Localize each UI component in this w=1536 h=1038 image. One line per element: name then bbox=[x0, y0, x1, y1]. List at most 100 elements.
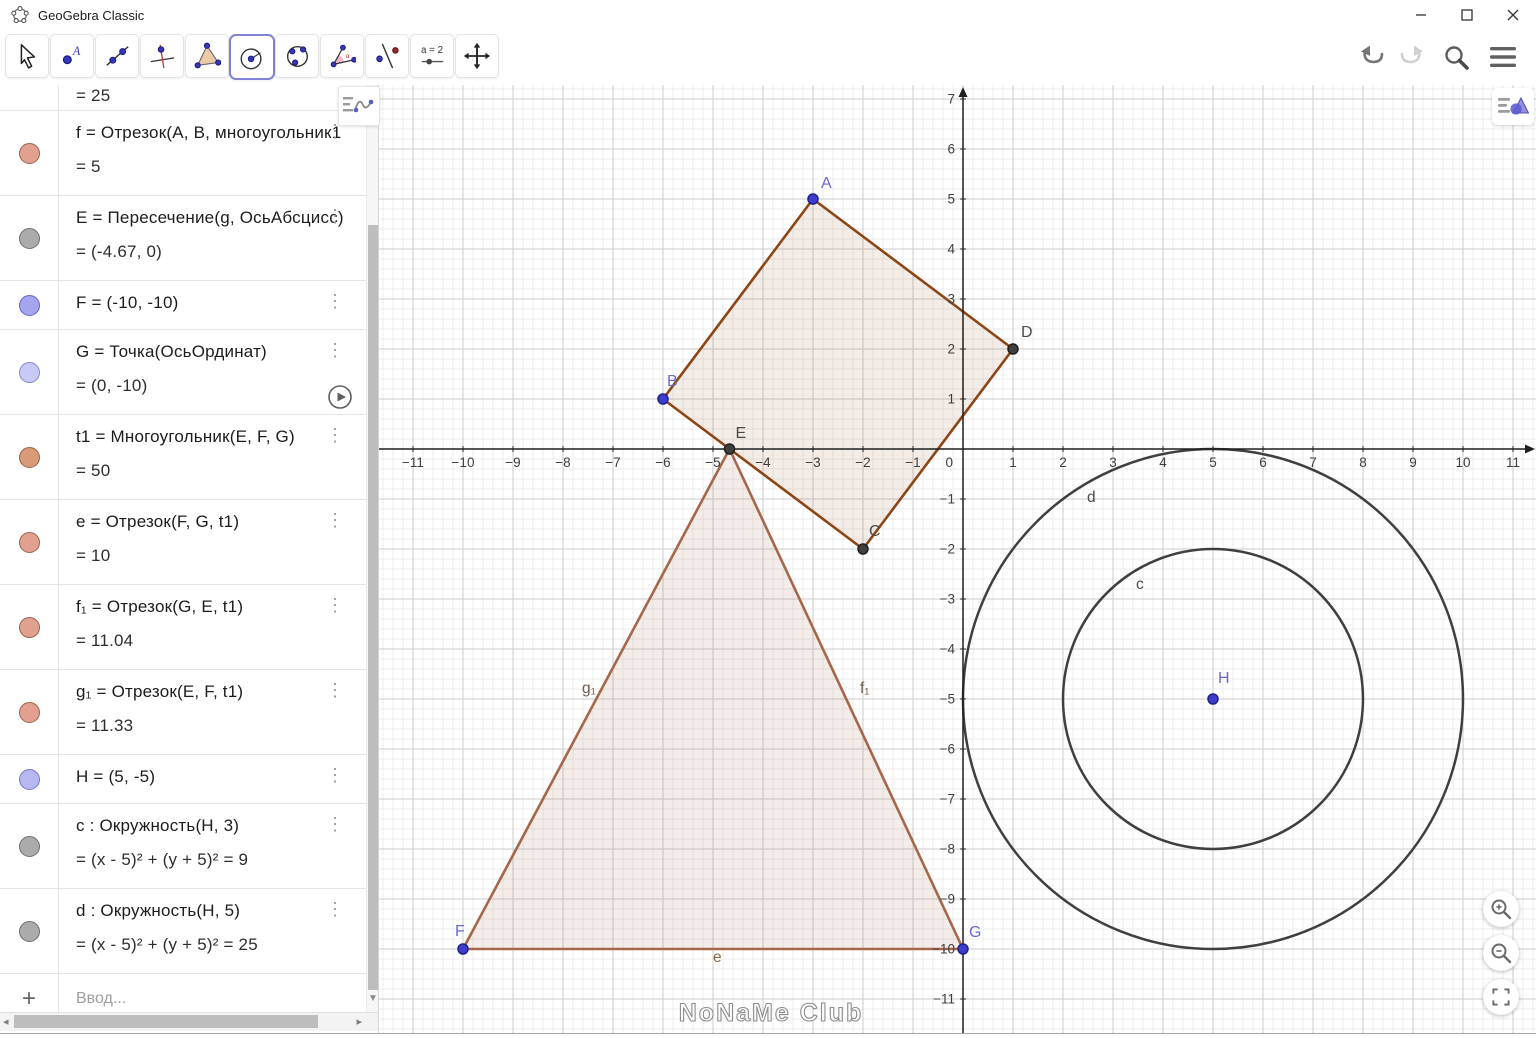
minimize-icon bbox=[1416, 14, 1426, 16]
line-tool[interactable] bbox=[95, 34, 139, 78]
menu-button[interactable] bbox=[1486, 40, 1520, 74]
algebra-row-g1[interactable]: g₁ = Отрезок(E, F, t1) = 11.33 ⋮ bbox=[0, 670, 366, 755]
svg-text:−2: −2 bbox=[940, 542, 955, 557]
row-menu-icon[interactable]: ⋮ bbox=[326, 122, 344, 140]
vertical-scrollbar-thumb[interactable] bbox=[368, 225, 378, 990]
circle-with-center-tool[interactable] bbox=[229, 34, 275, 80]
algebra-row-F[interactable]: F = (-10, -10) ⋮ bbox=[0, 281, 366, 330]
algebra-row-f1[interactable]: f₁ = Отрезок(G, E, t1) = 11.04 ⋮ bbox=[0, 585, 366, 670]
svg-text:2: 2 bbox=[1059, 455, 1067, 470]
conic-tool[interactable] bbox=[275, 34, 319, 78]
row-menu-icon[interactable]: ⋮ bbox=[326, 511, 344, 529]
scrollbar-left-arrow[interactable]: ◂ bbox=[3, 1015, 9, 1028]
graphics-view[interactable]: −11 −10 −9 −8 −7 −6 −5 −4 −3 −2 −1 1 2 3 4 5 6 7 8 9 10 110−1… bbox=[379, 85, 1536, 1033]
play-animation-button[interactable] bbox=[327, 384, 353, 415]
object-definition: g₁ = Отрезок(E, F, t1) bbox=[76, 682, 244, 701]
visibility-cell bbox=[0, 585, 59, 669]
algebra-row-f[interactable]: f = Отрезок(A, B, многоугольник1 = 5 ⋮ bbox=[0, 111, 366, 196]
horizontal-scrollbar-thumb[interactable] bbox=[14, 1015, 318, 1028]
point-D[interactable] bbox=[1007, 343, 1019, 355]
close-button[interactable] bbox=[1490, 0, 1536, 30]
algebra-row-prev[interactable]: = 25 bbox=[0, 85, 366, 111]
fullscreen-button[interactable] bbox=[1483, 979, 1519, 1015]
row-menu-icon[interactable]: ⋮ bbox=[326, 426, 344, 444]
polygon-tool[interactable] bbox=[185, 34, 229, 78]
angle-tool[interactable]: α bbox=[320, 34, 364, 78]
object-value: = (-4.67, 0) bbox=[76, 242, 163, 261]
point-C[interactable] bbox=[857, 543, 869, 555]
point-H[interactable] bbox=[1207, 693, 1219, 705]
move-tool[interactable] bbox=[5, 34, 49, 78]
point-B[interactable] bbox=[657, 393, 669, 405]
visibility-cell bbox=[0, 415, 59, 499]
graphics-settings-button[interactable] bbox=[1492, 88, 1534, 125]
object-visibility-dot[interactable] bbox=[18, 361, 40, 383]
search-button[interactable] bbox=[1439, 40, 1473, 74]
algebra-row-H[interactable]: H = (5, -5) ⋮ bbox=[0, 755, 366, 804]
row-menu-icon[interactable]: ⋮ bbox=[326, 292, 344, 310]
svg-text:−7: −7 bbox=[940, 792, 955, 807]
object-visibility-dot[interactable] bbox=[18, 768, 40, 790]
algebra-row-d[interactable]: d : Окружность(H, 5) = (x - 5)² + (y + 5)… bbox=[0, 889, 366, 974]
toolbar: A α a = 2 bbox=[0, 30, 1536, 86]
maximize-button[interactable] bbox=[1444, 0, 1490, 30]
object-value: = 50 bbox=[76, 461, 111, 480]
point-A[interactable] bbox=[807, 193, 819, 205]
algebra-row-t1[interactable]: t1 = Многоугольник(E, F, G) = 50 ⋮ bbox=[0, 415, 366, 500]
move-view-icon bbox=[463, 42, 491, 70]
slider-icon: a = 2 bbox=[421, 45, 444, 65]
move-graphics-tool[interactable] bbox=[455, 34, 499, 78]
point-E[interactable] bbox=[723, 443, 736, 455]
point-G[interactable] bbox=[957, 943, 969, 955]
row-menu-icon[interactable]: ⋮ bbox=[326, 681, 344, 699]
label-g₁: g₁ bbox=[582, 680, 596, 697]
svg-text:−11: −11 bbox=[933, 992, 955, 1007]
row-menu-icon[interactable]: ⋮ bbox=[326, 900, 344, 918]
line-icon bbox=[106, 46, 129, 66]
object-visibility-dot[interactable] bbox=[18, 227, 40, 249]
object-visibility-dot[interactable] bbox=[18, 531, 40, 553]
object-visibility-dot[interactable] bbox=[18, 920, 40, 942]
svg-text:−1: −1 bbox=[905, 455, 920, 470]
svg-text:0: 0 bbox=[945, 455, 953, 470]
point-tool[interactable]: A bbox=[50, 34, 94, 78]
object-definition: G = Точка(ОсьОрдинат) bbox=[76, 342, 267, 361]
plus-icon: + bbox=[21, 985, 36, 1012]
algebra-style-panel-button[interactable] bbox=[338, 86, 380, 126]
point-F[interactable] bbox=[457, 943, 469, 955]
object-visibility-dot[interactable] bbox=[18, 446, 40, 468]
algebra-row-e[interactable]: e = Отрезок(F, G, t1) = 10 ⋮ bbox=[0, 500, 366, 585]
scrollbar-right-arrow[interactable]: ▸ bbox=[356, 1015, 362, 1028]
row-menu-icon[interactable]: ⋮ bbox=[326, 596, 344, 614]
svg-text:7: 7 bbox=[1309, 455, 1317, 470]
object-visibility-dot[interactable] bbox=[18, 142, 40, 164]
svg-text:11: 11 bbox=[1506, 455, 1520, 470]
algebra-horizontal-scrollbar[interactable]: ◂ ▸ bbox=[0, 1012, 378, 1031]
object-visibility-dot[interactable] bbox=[18, 294, 40, 316]
undo-button[interactable] bbox=[1356, 40, 1390, 74]
object-visibility-dot[interactable] bbox=[18, 616, 40, 638]
visibility-cell bbox=[0, 111, 59, 195]
algebra-row-G[interactable]: G = Точка(ОсьОрдинат) = (0, -10) ⋮ bbox=[0, 330, 366, 415]
graphics-area[interactable]: −11 −10 −9 −8 −7 −6 −5 −4 −3 −2 −1 1 2 3 4 5 6 7 8 9 10 11 0 −1… bbox=[378, 85, 1536, 1033]
object-visibility-dot[interactable] bbox=[18, 701, 40, 723]
svg-text:3: 3 bbox=[947, 292, 955, 307]
fullscreen-icon bbox=[1492, 988, 1510, 1006]
row-menu-icon[interactable]: ⋮ bbox=[326, 207, 344, 225]
perpendicular-line-tool[interactable] bbox=[140, 34, 184, 78]
row-menu-icon[interactable]: ⋮ bbox=[326, 766, 344, 784]
zoom-in-button[interactable] bbox=[1483, 891, 1519, 927]
zoom-out-button[interactable] bbox=[1483, 935, 1519, 971]
algebra-row-E[interactable]: E = Пересечение(g, ОсьАбсцисс) = (-4.67, … bbox=[0, 196, 366, 281]
algebra-row-c[interactable]: c : Окружность(H, 3) = (x - 5)² + (y + 5)… bbox=[0, 804, 366, 889]
reflect-tool[interactable] bbox=[365, 34, 409, 78]
row-menu-icon[interactable]: ⋮ bbox=[326, 815, 344, 833]
object-visibility-dot[interactable] bbox=[18, 835, 40, 857]
minimize-button[interactable] bbox=[1398, 0, 1444, 30]
slider-tool[interactable]: a = 2 bbox=[410, 34, 454, 78]
svg-text:6: 6 bbox=[1259, 455, 1267, 470]
object-value: = (x - 5)² + (y + 5)² = 25 bbox=[76, 935, 258, 954]
redo-button[interactable] bbox=[1394, 40, 1428, 74]
hamburger-menu-icon bbox=[1490, 47, 1516, 67]
row-menu-icon[interactable]: ⋮ bbox=[326, 341, 344, 359]
